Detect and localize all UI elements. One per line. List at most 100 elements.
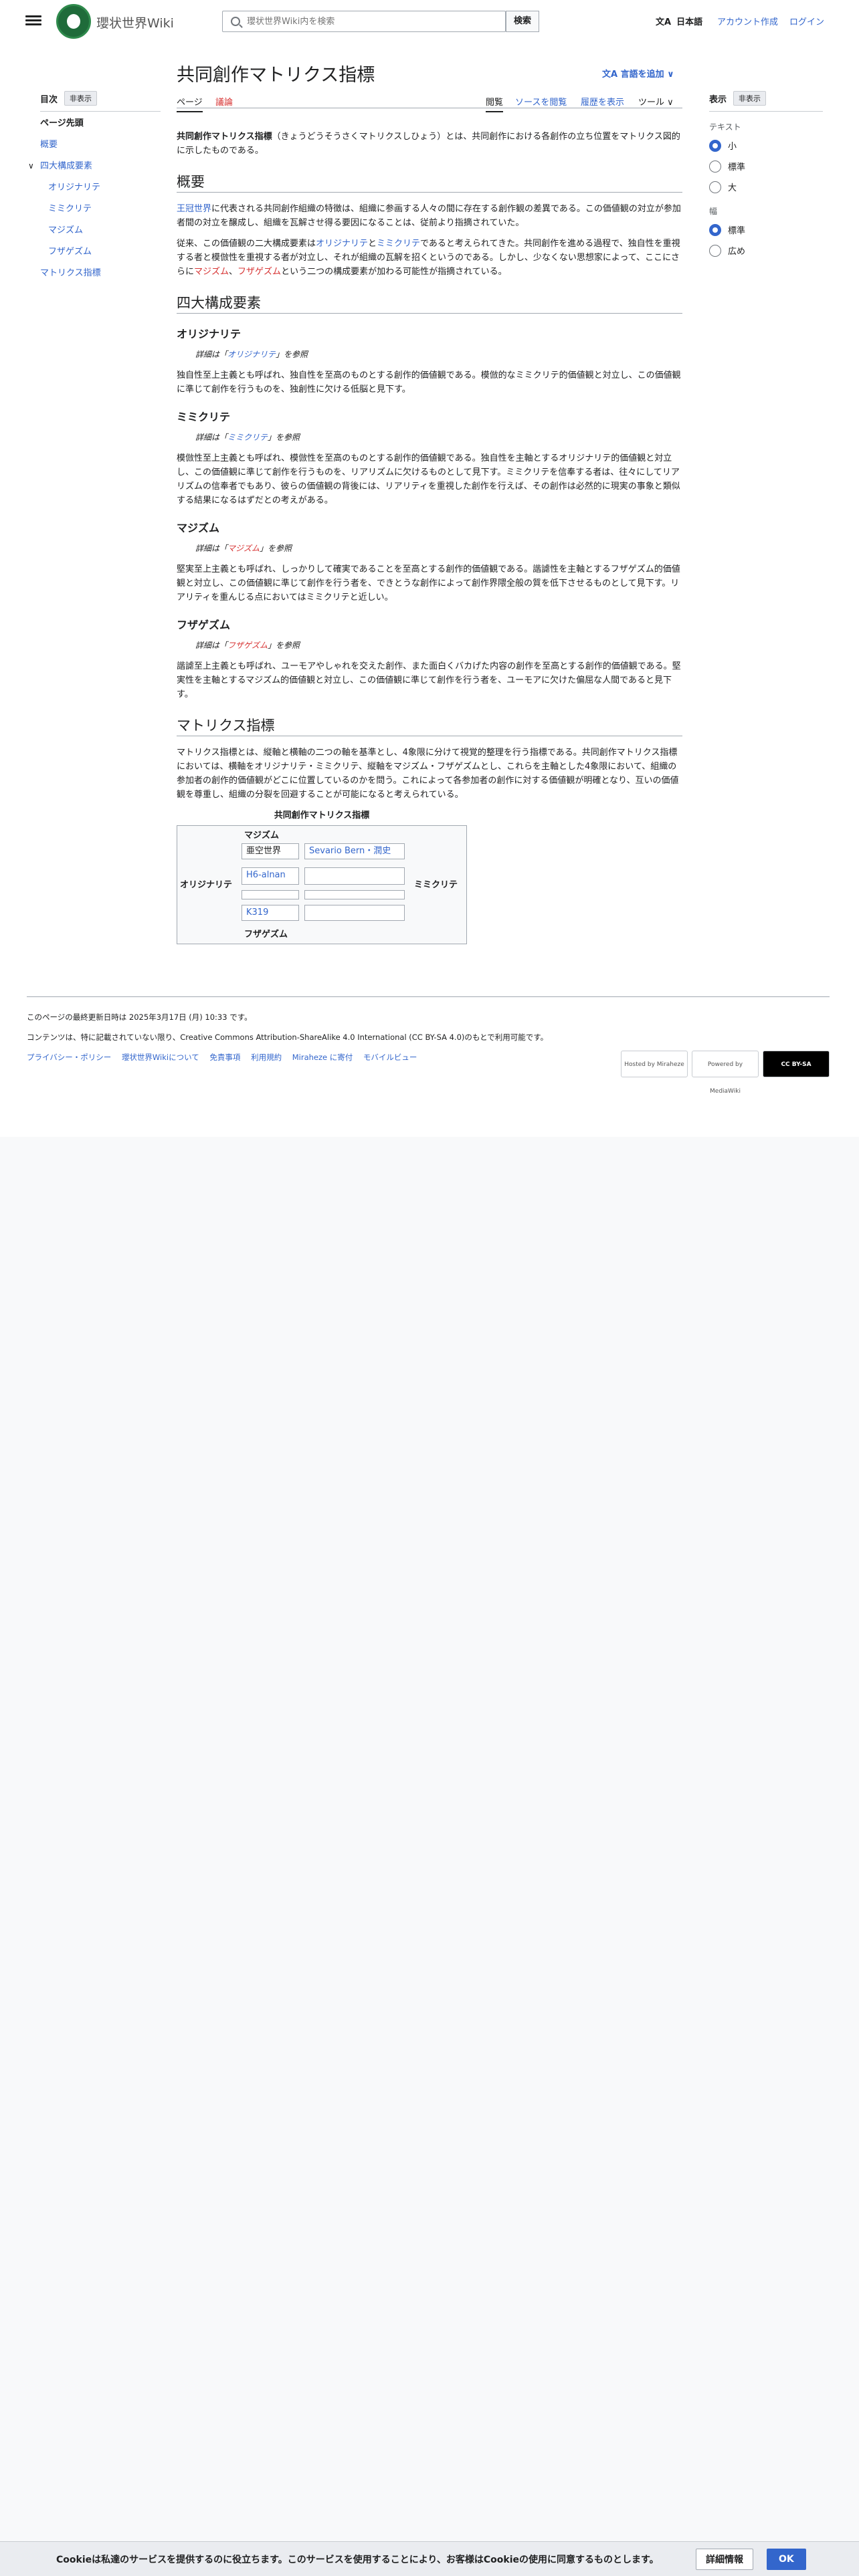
radio-label: 標準 <box>728 226 746 236</box>
matrix-cell-empty <box>304 890 405 899</box>
footer-link-donate[interactable]: Miraheze に寄付 <box>292 1053 353 1062</box>
hatnote-link[interactable]: マジズム <box>227 544 260 553</box>
hatnote: 詳細は「ミミクリテ」を参照 <box>177 431 682 445</box>
section-body-originalite: 独自性至上主義とも呼ばれ、独自性を至高のものとする創作的価値観である。模倣的なミ… <box>177 370 681 395</box>
overview-text-2b: と <box>368 239 377 249</box>
language-selector[interactable]: 文A 日本語 <box>656 15 702 27</box>
link-oukan-sekai[interactable]: 王冠世界 <box>177 204 211 214</box>
toc-item-originalite[interactable]: オリジナリテ <box>40 183 161 193</box>
matrix-heading: マトリクス指標 <box>177 719 682 736</box>
appearance-panel: 表示 非表示 テキスト 小 標準 大 幅 標準 広め <box>709 91 823 265</box>
matrix-left-label: オリジナリテ <box>180 880 233 890</box>
footer-link-privacy[interactable]: プライバシー・ポリシー <box>27 1053 111 1062</box>
matrix-cell-empty <box>242 890 299 899</box>
link-majizumu[interactable]: マジズム <box>194 267 229 277</box>
matrix-cell-link[interactable]: H6-alnan <box>242 867 299 885</box>
cookie-ok-button[interactable]: OK <box>767 2549 806 2570</box>
chevron-down-icon: ∨ <box>667 98 674 108</box>
translate-icon: 文A <box>656 17 672 27</box>
link-originalite[interactable]: オリジナリテ <box>316 239 368 249</box>
miraheze-badge[interactable]: Hosted by Miraheze <box>621 1051 688 1077</box>
section-heading-originalite: オリジナリテ <box>177 328 242 340</box>
tab-read[interactable]: 閲覧 <box>486 95 504 112</box>
page-title: 共同創作マトリクス指標 <box>177 65 375 86</box>
matrix-bottom-label: フザゲズム <box>244 930 288 940</box>
hatnote: 詳細は「フザゲズム」を参照 <box>177 639 682 653</box>
main-menu-button[interactable] <box>25 13 41 28</box>
hatnote-post: 」を参照 <box>268 641 300 650</box>
toc-item-fuzagezumu[interactable]: フザゲズム <box>40 247 161 257</box>
tools-menu[interactable]: ツール ∨ <box>638 95 674 108</box>
tab-history[interactable]: 履歴を表示 <box>581 95 624 108</box>
appearance-hide-button[interactable]: 非表示 <box>733 91 767 106</box>
section-heading-mimicrite: ミミクリテ <box>177 411 231 423</box>
search-button[interactable]: 検索 <box>506 11 539 32</box>
footer-link-mobile[interactable]: モバイルビュー <box>363 1053 417 1062</box>
cc-license-badge[interactable]: CC BY-SA <box>763 1051 830 1077</box>
hatnote-pre: 詳細は「 <box>195 350 228 359</box>
matrix-cell: 亜空世界 <box>242 843 299 859</box>
cookie-text: Cookieは私達のサービスを提供するのに役立ちます。このサービスを使用すること… <box>56 2555 659 2565</box>
radio-indicator <box>709 139 721 152</box>
tab-talk[interactable]: 議論 <box>215 95 233 108</box>
toc-item-majizumu[interactable]: マジズム <box>40 225 161 236</box>
footer-link-terms[interactable]: 利用規約 <box>251 1053 282 1062</box>
text-size-label: テキスト <box>709 122 741 132</box>
footer-link-about[interactable]: 瓔状世界Wikiについて <box>122 1053 199 1062</box>
login-link[interactable]: ログイン <box>789 15 824 27</box>
search-box[interactable] <box>222 11 506 32</box>
create-account-link[interactable]: アカウント作成 <box>717 15 778 27</box>
license-text: コンテンツは、特に記載されていない限り、Creative Commons Att… <box>27 1033 549 1042</box>
mediawiki-badge[interactable]: Powered by MediaWiki <box>692 1051 759 1095</box>
toc-item-matrix[interactable]: マトリクス指標 <box>40 268 161 279</box>
link-mimicrite[interactable]: ミミクリテ <box>377 239 420 249</box>
toc-item-mimicrite[interactable]: ミミクリテ <box>40 204 161 215</box>
site-wordmark[interactable]: 瓔状世界Wiki <box>96 13 174 31</box>
hatnote: 詳細は「オリジナリテ」を参照 <box>177 348 682 362</box>
width-label: 幅 <box>709 207 718 216</box>
toc-item-top[interactable]: ページ先頭 <box>40 118 161 129</box>
hatnote-link[interactable]: フザゲズム <box>227 641 268 650</box>
article-content: 共同創作マトリクス指標（きょうどうそうさくマトリクスしひょう）とは、共同創作にお… <box>177 130 682 944</box>
chevron-down-icon[interactable]: ∨ <box>28 161 34 171</box>
hatnote-link[interactable]: オリジナリテ <box>227 350 276 359</box>
language-label: 日本語 <box>676 17 703 27</box>
link-fuzagezumu[interactable]: フザゲズム <box>237 267 281 277</box>
radio-indicator <box>709 181 721 193</box>
overview-text-1: に代表される共同創作組織の特徴は、組織に参画する人々の間に存在する創作観の差異で… <box>177 204 681 228</box>
toc-hide-button[interactable]: 非表示 <box>64 91 98 106</box>
cookie-more-info-button[interactable]: 詳細情報 <box>696 2549 753 2570</box>
matrix-paragraph: マトリクス指標とは、縦軸と横軸の二つの軸を基準とし、4象限に分けて視覚的整理を行… <box>177 748 679 800</box>
hatnote-post: 」を参照 <box>268 433 300 442</box>
site-logo[interactable] <box>56 4 91 39</box>
text-size-small-radio[interactable]: 小 <box>709 139 823 152</box>
radio-indicator <box>709 223 721 236</box>
text-size-large-radio[interactable]: 大 <box>709 181 823 193</box>
tab-page[interactable]: ページ <box>177 95 203 112</box>
section-body-fuzagezumu: 諧謔至上主義とも呼ばれ、ユーモアやしゃれを交えた創作、また面白くバカげた内容の創… <box>177 661 681 700</box>
table-of-contents: 目次 非表示 ページ先頭 概要 ∨ 四大構成要素 オリジナリテ ミミクリテ マジズム… <box>28 91 161 290</box>
text-size-standard-radio[interactable]: 標準 <box>709 160 823 173</box>
matrix-cell-link[interactable]: K319 <box>242 905 299 921</box>
width-wide-radio[interactable]: 広め <box>709 244 823 257</box>
tab-view-source[interactable]: ソースを閲覧 <box>515 95 567 108</box>
toc-item-four-elements[interactable]: 四大構成要素 <box>40 161 161 172</box>
appearance-title: 表示 <box>709 94 727 105</box>
matrix-cell-link[interactable]: Sevario Bern・潤史 <box>304 843 405 859</box>
radio-indicator <box>709 160 721 173</box>
overview-text-2d: 、 <box>229 267 238 277</box>
radio-label: 大 <box>728 183 737 193</box>
footer-link-disclaimer[interactable]: 免責事項 <box>209 1053 240 1062</box>
hatnote-post: 」を参照 <box>276 350 308 359</box>
search-input[interactable] <box>247 14 501 29</box>
footer: このページの最終更新日時は 2025年3月17日 (月) 10:33 です。 コ… <box>27 996 830 1095</box>
add-languages-button[interactable]: 文A 言語を追加 ∨ <box>602 67 674 80</box>
hatnote-link[interactable]: ミミクリテ <box>227 433 268 442</box>
toc-item-overview[interactable]: 概要 <box>40 140 161 150</box>
overview-paragraph-1: 王冠世界に代表される共同創作組織の特徴は、組織に参画する人々の間に存在する創作観… <box>177 202 682 230</box>
matrix-cell-empty <box>304 905 405 921</box>
width-standard-radio[interactable]: 標準 <box>709 223 823 236</box>
matrix-table-caption: 共同創作マトリクス指標 <box>274 811 370 821</box>
page: 瓔状世界Wiki 検索 文A日本語 アカウント作成 ログイン 目次非表示 ページ… <box>0 0 859 1137</box>
radio-indicator <box>709 244 721 257</box>
